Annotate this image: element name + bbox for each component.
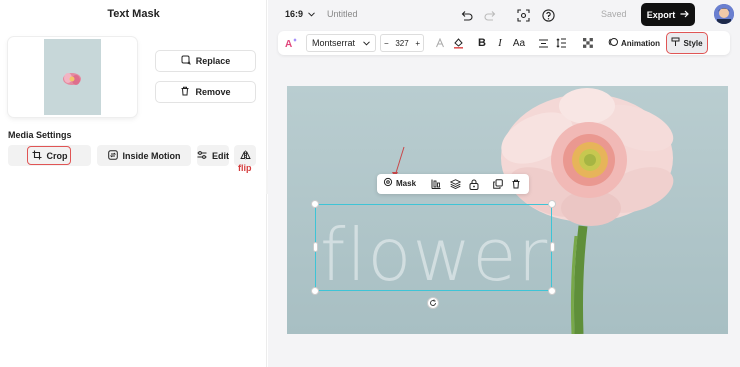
svg-text:A: A: [285, 39, 292, 49]
crop-highlight: [27, 146, 71, 165]
resize-handle-bottom-right[interactable]: [548, 287, 556, 295]
replace-label: Replace: [195, 56, 231, 66]
resize-handle-bottom-left[interactable]: [311, 287, 319, 295]
align-icon[interactable]: [429, 177, 443, 191]
help-icon[interactable]: [540, 7, 556, 23]
style-brush-icon: [671, 37, 680, 49]
inside-motion-button[interactable]: Inside Motion: [97, 145, 191, 166]
document-title[interactable]: Untitled: [327, 9, 358, 19]
edit-label: Edit: [212, 150, 229, 161]
delete-icon[interactable]: [509, 177, 523, 191]
editor-root: Text Mask Replace Remove Media Settings …: [0, 0, 740, 367]
bold-icon[interactable]: B: [476, 35, 488, 51]
mask-button[interactable]: Mask: [383, 177, 416, 189]
animation-button[interactable]: Animation: [608, 35, 661, 51]
motion-icon: [107, 149, 118, 162]
top-bar: 16:9 Untitled Saved Export: [268, 0, 740, 30]
font-family-value: Montserrat: [312, 38, 356, 48]
ai-magic-icon[interactable]: A: [284, 35, 298, 51]
chevron-down-icon: [363, 38, 370, 48]
font-size-stepper[interactable]: − 327 +: [380, 34, 424, 52]
remove-button[interactable]: Remove: [155, 81, 256, 103]
floating-context-bar: Mask: [377, 174, 529, 194]
media-thumbnail-card[interactable]: [8, 37, 137, 117]
media-thumbnail: [44, 39, 101, 115]
media-settings-heading: Media Settings: [8, 130, 72, 140]
flip-annotation: flip: [238, 163, 252, 173]
font-family-select[interactable]: Montserrat: [306, 34, 376, 52]
animation-icon: [608, 37, 618, 49]
resize-handle-right[interactable]: [550, 242, 555, 252]
screenshot-icon[interactable]: [515, 7, 531, 23]
italic-icon[interactable]: I: [494, 35, 506, 51]
text-mask-panel: Text Mask Replace Remove Media Settings …: [0, 0, 267, 367]
lock-icon[interactable]: [467, 177, 481, 191]
increase-size-icon[interactable]: +: [415, 39, 420, 48]
replace-button[interactable]: Replace: [155, 50, 256, 72]
export-button[interactable]: Export: [641, 3, 695, 26]
duplicate-icon[interactable]: [491, 177, 505, 191]
remove-label: Remove: [195, 87, 231, 97]
aspect-ratio-value: 16:9: [285, 9, 304, 19]
layers-icon[interactable]: [448, 177, 462, 191]
text-toolbar: A Montserrat − 327 + B I Aa Animation St…: [278, 31, 730, 55]
text-case-button[interactable]: Aa: [511, 35, 527, 51]
aspect-ratio-select[interactable]: 16:9: [285, 9, 315, 19]
undo-icon[interactable]: [458, 7, 474, 23]
editor-workspace: 16:9 Untitled Saved Export A Montserrat …: [268, 0, 740, 367]
transparency-icon[interactable]: [582, 35, 594, 51]
arrow-right-icon: [680, 10, 690, 20]
flip-icon: [239, 150, 251, 162]
text-color-icon[interactable]: [433, 35, 447, 51]
resize-handle-left[interactable]: [313, 242, 318, 252]
selection-box[interactable]: [315, 204, 552, 291]
canvas-area[interactable]: flower Mask: [287, 86, 728, 334]
resize-handle-top-right[interactable]: [548, 200, 556, 208]
style-label: Style: [683, 38, 703, 48]
export-label: Export: [646, 9, 676, 20]
resize-handle-top-left[interactable]: [311, 200, 319, 208]
line-spacing-icon[interactable]: [555, 35, 567, 51]
align-center-icon[interactable]: [537, 35, 549, 51]
mask-settings-icon: [383, 177, 393, 189]
font-size-value[interactable]: 327: [395, 39, 408, 48]
inside-motion-label: Inside Motion: [122, 150, 181, 161]
decrease-size-icon[interactable]: −: [384, 39, 389, 48]
redo-icon[interactable]: [482, 7, 498, 23]
chevron-down-icon: [308, 9, 315, 19]
trash-icon: [180, 86, 190, 98]
animation-label: Animation: [620, 38, 661, 48]
replace-icon: [181, 55, 191, 67]
highlight-color-icon[interactable]: [451, 35, 465, 51]
rotate-icon: [430, 299, 436, 306]
saved-status: Saved: [601, 9, 627, 19]
mask-label: Mask: [396, 178, 417, 188]
user-avatar[interactable]: [714, 4, 734, 24]
crop-button[interactable]: Crop: [8, 145, 91, 166]
panel-title: Text Mask: [107, 8, 160, 20]
sliders-icon: [197, 150, 207, 162]
style-button[interactable]: Style: [666, 32, 708, 54]
rotate-handle[interactable]: [427, 297, 439, 309]
edit-button[interactable]: Edit: [197, 145, 229, 166]
